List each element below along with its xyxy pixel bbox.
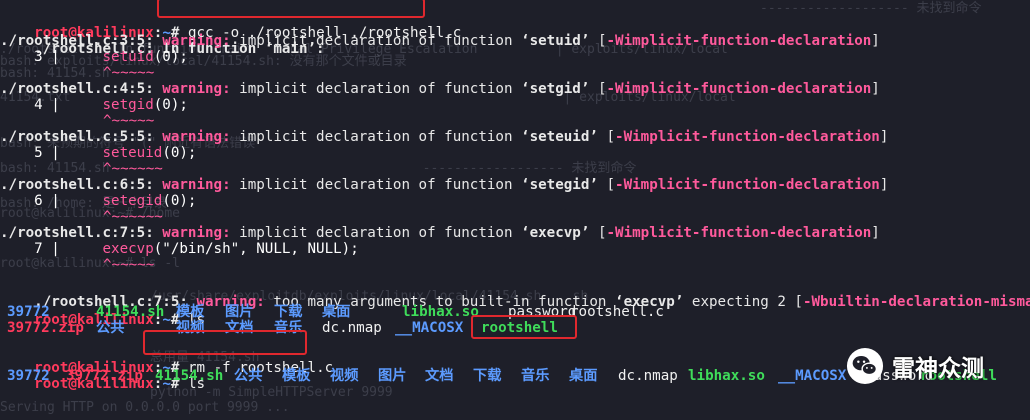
highlight-box-compile bbox=[157, 0, 425, 18]
watermark-text: 雷神众测 bbox=[892, 356, 984, 382]
warning-flag-close: ] bbox=[871, 81, 880, 97]
watermark: 雷神众测 bbox=[846, 347, 984, 385]
source-line: 7 | execvp("/bin/sh", NULL, NULL); bbox=[0, 237, 359, 261]
warning-flag-open: [ bbox=[589, 81, 607, 97]
source-line: 3 | setuid(0); bbox=[0, 45, 188, 69]
warning-flag-close: ] bbox=[879, 129, 889, 145]
file-entry[interactable]: __MACOSX bbox=[778, 364, 846, 388]
warning-function: ‘seteuid’ bbox=[521, 129, 598, 145]
ghost-line: ------------------- 未找到命令 bbox=[760, 1, 982, 16]
warning-message: implicit declaration of function bbox=[230, 129, 522, 145]
warning-flag: -Wimplicit-function-declaration bbox=[606, 225, 872, 241]
warning-flag: -Wimplicit-function-declaration bbox=[615, 129, 880, 145]
file-entry[interactable]: 39772.zip bbox=[66, 364, 143, 388]
file-entry[interactable]: 公共 bbox=[234, 364, 262, 388]
warning-flag-open: [ bbox=[597, 177, 616, 193]
file-entry[interactable]: dc.nmap bbox=[618, 364, 678, 388]
file-entry[interactable]: 模板 bbox=[282, 364, 310, 388]
file-entry[interactable]: 视频 bbox=[330, 364, 358, 388]
file-entry[interactable]: __MACOSX bbox=[395, 316, 463, 340]
warning-flag: -Wbuiltin-declaration-mismatch bbox=[802, 294, 1030, 310]
file-entry[interactable]: 桌面 bbox=[569, 364, 597, 388]
file-entry[interactable]: 下载 bbox=[473, 364, 501, 388]
warning-flag-open: [ bbox=[589, 33, 607, 49]
wechat-icon bbox=[846, 347, 884, 385]
source-line-number: 6 | bbox=[0, 193, 60, 209]
warning-flag: -Wimplicit-function-declaration bbox=[606, 81, 872, 97]
warning-function: ‘setgid’ bbox=[521, 81, 590, 97]
file-entry[interactable]: 文档 bbox=[425, 364, 453, 388]
source-line-number: 5 | bbox=[0, 145, 60, 161]
warning-message-2: expecting 2 [ bbox=[683, 294, 803, 310]
file-entry[interactable]: libhax.so bbox=[688, 364, 765, 388]
source-rest: (0); bbox=[162, 145, 197, 161]
ghost-line: Serving HTTP on 0.0.0.0 port 9999 ... bbox=[0, 400, 290, 415]
warning-flag-close: ] bbox=[871, 225, 880, 241]
file-entry[interactable]: 音乐 bbox=[521, 364, 549, 388]
highlight-box-rootshell bbox=[471, 315, 577, 339]
file-entry[interactable]: 39772 bbox=[7, 364, 50, 388]
source-line: 4 | setgid(0); bbox=[0, 93, 188, 117]
warning-message: implicit declaration of function bbox=[230, 177, 522, 193]
warning-function: ‘setuid’ bbox=[521, 33, 590, 49]
source-rest: (0); bbox=[153, 49, 188, 65]
warning-flag-close: ] bbox=[879, 177, 889, 193]
file-entry[interactable]: 图片 bbox=[378, 364, 406, 388]
warning-message: implicit declaration of function bbox=[230, 81, 522, 97]
source-line: 6 | setegid(0); bbox=[0, 189, 196, 213]
source-rest: (0); bbox=[153, 97, 188, 113]
source-line-number: 3 | bbox=[0, 49, 60, 65]
warning-function: ‘execvp’ bbox=[521, 225, 590, 241]
source-rest: ("/bin/sh", NULL, NULL); bbox=[153, 241, 359, 257]
warning-message: implicit declaration of function bbox=[230, 33, 522, 49]
warning-flag-open: [ bbox=[589, 225, 607, 241]
source-line-number: 4 | bbox=[0, 97, 60, 113]
warning-flag-close: ] bbox=[871, 33, 880, 49]
file-entry[interactable]: 41154.sh bbox=[155, 364, 223, 388]
source-rest: (0); bbox=[162, 193, 197, 209]
warning-flag: -Wimplicit-function-declaration bbox=[606, 33, 872, 49]
terminal-window[interactable]: ------------------- 未找到命令 ./rootshell.c:… bbox=[0, 0, 1030, 415]
source-line-number: 7 | bbox=[0, 241, 60, 257]
warning-flag-open: [ bbox=[597, 129, 616, 145]
warning-function: ‘setegid’ bbox=[521, 177, 598, 193]
source-line: 5 | seteuid(0); bbox=[0, 141, 196, 165]
highlight-box-rm bbox=[143, 330, 307, 355]
warning-flag: -Wimplicit-function-declaration bbox=[615, 177, 880, 193]
file-entry[interactable]: rootshell.c bbox=[570, 300, 664, 324]
